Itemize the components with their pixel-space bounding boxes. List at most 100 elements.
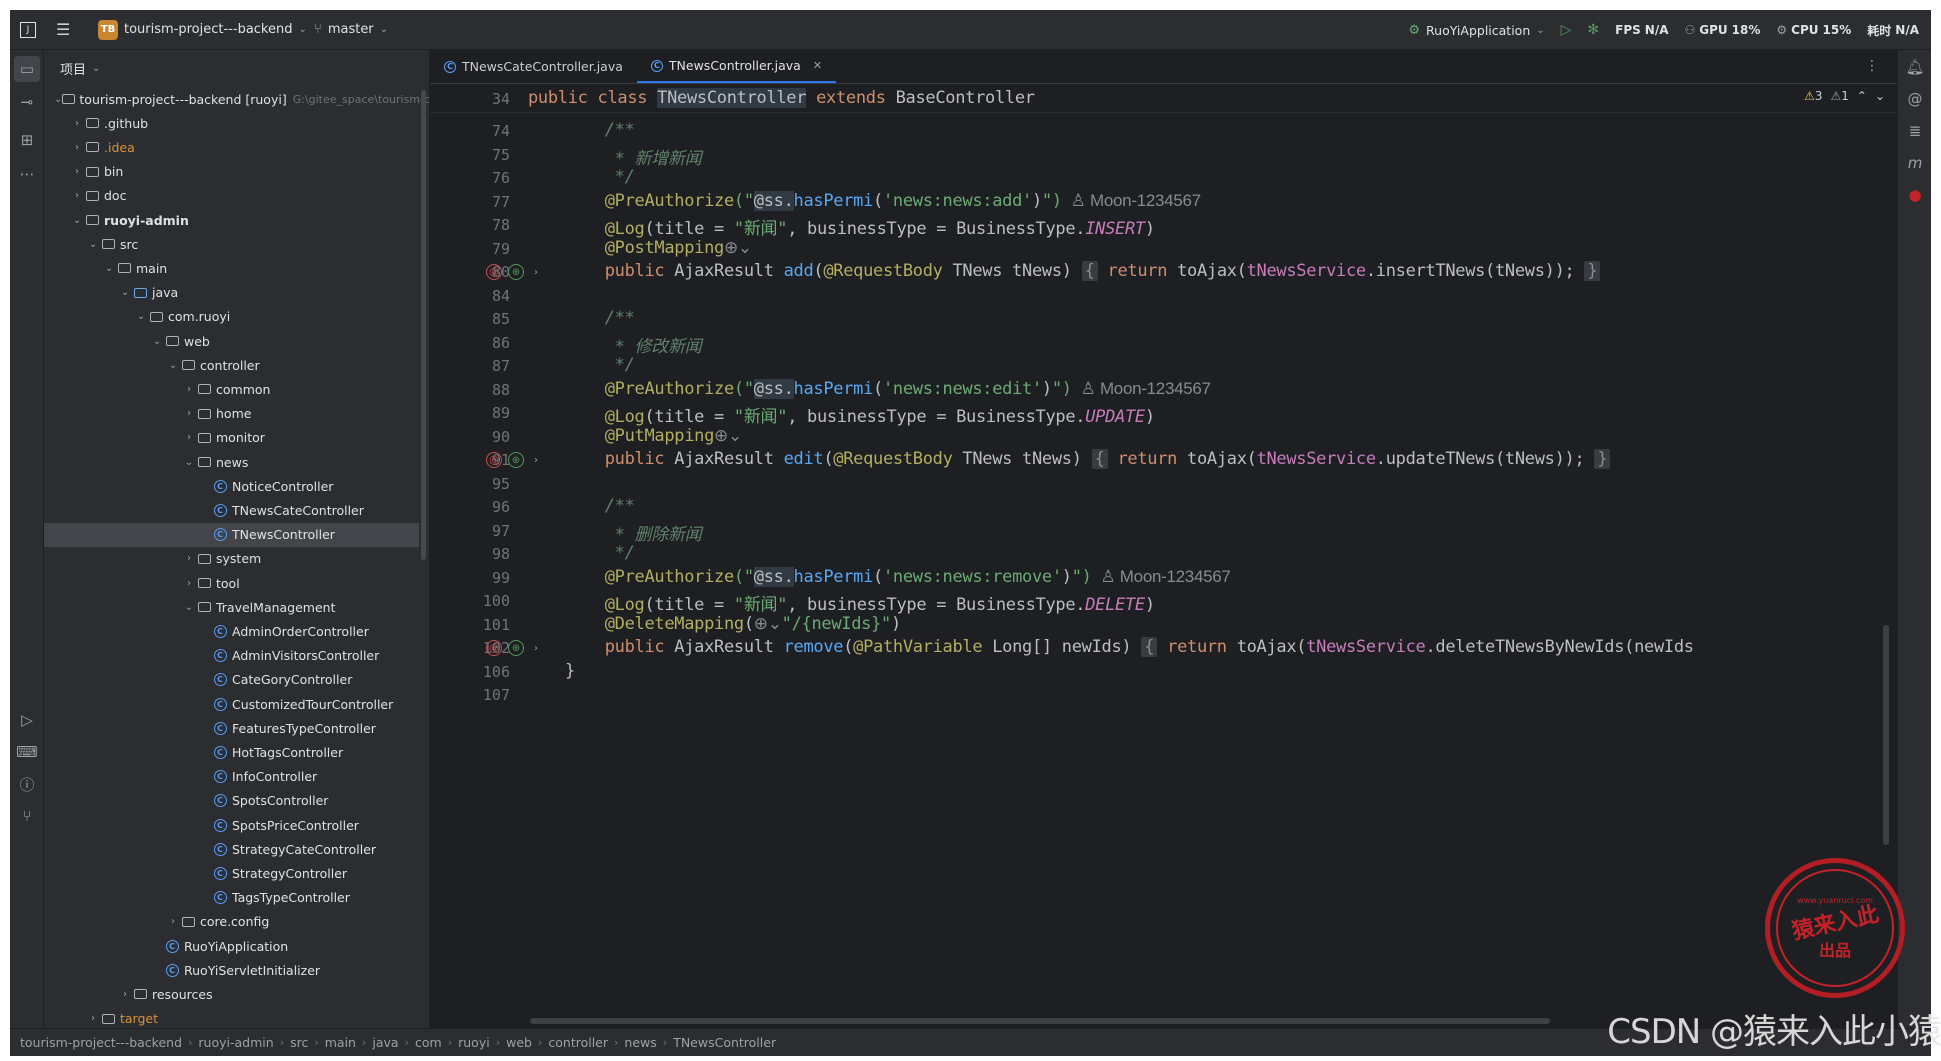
tree-node[interactable]: ⌄ TravelManagement [44, 595, 419, 619]
tree-node[interactable]: › tool [44, 571, 419, 595]
tree-node[interactable]: › .github [44, 111, 419, 135]
tree-node[interactable]: ⌄ news [44, 450, 419, 474]
line-number[interactable]: 90 [430, 428, 510, 446]
tree-node[interactable]: › common [44, 377, 419, 401]
chevron-right-icon[interactable]: › [182, 578, 196, 589]
web-endpoint-icon[interactable]: ⊕ [508, 640, 524, 656]
chevron-down-icon[interactable]: ⌄ [134, 311, 148, 322]
code-line[interactable]: @PreAuthorize("@ss.hasPermi('news:news:a… [565, 190, 1201, 211]
tree-node[interactable]: ⌄ ruoyi-admin [44, 208, 419, 232]
breadcrumb-item[interactable]: news [624, 1035, 656, 1050]
tree-node[interactable]: C RuoYiServletInitializer [44, 958, 419, 982]
chevron-right-icon[interactable]: › [70, 118, 84, 129]
line-number[interactable]: 85 [430, 310, 510, 328]
tree-node[interactable]: C RuoYiApplication [44, 934, 419, 958]
editor-horizontal-scrollbar[interactable] [530, 1018, 1550, 1024]
run-icon[interactable]: ▷ [1561, 22, 1572, 38]
terminal-icon[interactable]: ⌨ [16, 742, 38, 762]
code-line[interactable]: @PreAuthorize("@ss.hasPermi('news:news:r… [565, 566, 1231, 587]
tree-node[interactable]: › doc [44, 184, 419, 208]
structure-icon[interactable]: ⊞ [17, 130, 37, 150]
code-line[interactable]: @Log(title = "新闻", businessType = Busine… [565, 590, 1155, 615]
tab-actions-icon[interactable]: ⋮ [1865, 58, 1879, 74]
line-number[interactable]: 79 [430, 240, 510, 258]
more-tools-icon[interactable]: ⋯ [17, 164, 37, 184]
tree-node[interactable]: C HotTagsController [44, 740, 419, 764]
branch-selector[interactable]: ⑂ master ⌄ [314, 22, 388, 37]
fold-toggle-icon[interactable]: › [528, 640, 544, 656]
chevron-up-icon[interactable]: ⌃ [1857, 89, 1867, 103]
tree-node[interactable]: C FeaturesTypeController [44, 716, 419, 740]
project-selector[interactable]: TB tourism-project---backend ⌄ [98, 19, 307, 40]
line-number[interactable]: 101 [430, 616, 510, 634]
line-number[interactable]: 74 [430, 122, 510, 140]
editor-tab[interactable]: C TNewsCateController.java [430, 50, 637, 83]
line-number[interactable]: 95 [430, 475, 510, 493]
line-number[interactable]: 78 [430, 216, 510, 234]
chevron-down-icon[interactable]: ⌄ [1875, 89, 1885, 103]
chevron-down-icon[interactable]: ⌄ [182, 602, 196, 613]
chevron-right-icon[interactable]: › [182, 408, 196, 419]
code-line[interactable]: @PreAuthorize("@ss.hasPermi('news:news:e… [565, 378, 1211, 399]
chevron-down-icon[interactable]: ⌄ [150, 336, 164, 347]
chevron-right-icon[interactable]: › [70, 190, 84, 201]
plugin-icon[interactable]: ● [1906, 186, 1924, 204]
fold-toggle-icon[interactable]: › [528, 264, 544, 280]
line-number[interactable]: 84 [430, 287, 510, 305]
main-menu-button[interactable]: J [20, 21, 36, 38]
tree-node[interactable]: C AdminVisitorsController [44, 644, 419, 668]
line-number[interactable]: 77 [430, 193, 510, 211]
project-panel-scrollbar[interactable] [421, 90, 426, 560]
line-number[interactable]: 107 [430, 686, 510, 704]
tree-node[interactable]: ⌄ java [44, 281, 419, 305]
editor-vertical-scrollbar[interactable] [1883, 625, 1889, 845]
code-line[interactable]: * 修改新闻 [565, 332, 702, 357]
chevron-right-icon[interactable]: › [182, 384, 196, 395]
line-number[interactable]: 86 [430, 334, 510, 352]
chevron-right-icon[interactable]: › [182, 553, 196, 564]
hamburger-menu-icon[interactable]: ☰ [56, 20, 70, 39]
code-line[interactable]: /** [565, 308, 635, 328]
bean-endpoint-icon[interactable]: @ [486, 452, 502, 468]
tree-node[interactable]: ⌄ web [44, 329, 419, 353]
code-line[interactable]: */ [565, 167, 635, 187]
breadcrumb-item[interactable]: TNewsController [673, 1035, 776, 1050]
breadcrumb-item[interactable]: java [372, 1035, 398, 1050]
code-line[interactable]: * 删除新闻 [565, 520, 702, 545]
chevron-down-icon[interactable]: ⌄ [86, 239, 100, 250]
chevron-right-icon[interactable]: › [182, 432, 196, 443]
chevron-right-icon[interactable]: › [70, 166, 84, 177]
tree-node[interactable]: C CateGoryController [44, 668, 419, 692]
line-number[interactable]: 97 [430, 522, 510, 540]
fold-toggle-icon[interactable]: › [528, 452, 544, 468]
line-number[interactable]: 88 [430, 381, 510, 399]
line-number[interactable]: 75 [430, 146, 510, 164]
web-endpoint-icon[interactable]: ⊕ [508, 264, 524, 280]
git-icon[interactable]: ⑂ [17, 806, 37, 826]
code-line[interactable]: @Log(title = "新闻", businessType = Busine… [565, 402, 1155, 427]
chevron-down-icon[interactable]: ⌄ [54, 94, 62, 105]
line-number[interactable]: 99 [430, 569, 510, 587]
bean-endpoint-icon[interactable]: @ [486, 640, 502, 656]
code-line[interactable]: @Log(title = "新闻", businessType = Busine… [565, 214, 1155, 239]
chevron-down-icon[interactable]: ⌄ [118, 287, 132, 298]
chevron-down-icon[interactable]: ⌄ [166, 360, 180, 371]
project-panel-header[interactable]: 项目 ⌄ [44, 50, 429, 86]
run-config-selector[interactable]: ⚙ RuoYiApplication ⌄ [1408, 23, 1544, 38]
code-line[interactable]: } [565, 661, 575, 681]
tree-node[interactable]: C TNewsCateController [44, 498, 419, 522]
tree-node[interactable]: ⌄ controller [44, 353, 419, 377]
editor-tab[interactable]: C TNewsController.java ✕ [636, 50, 837, 83]
breadcrumb-item[interactable]: com [415, 1035, 442, 1050]
ai-assistant-icon[interactable]: @ [1906, 90, 1924, 108]
line-number[interactable]: 98 [430, 545, 510, 563]
tree-node[interactable]: ⌄ main [44, 256, 419, 280]
tree-node[interactable]: C CustomizedTourController [44, 692, 419, 716]
code-line[interactable]: /** [565, 120, 635, 140]
tree-node[interactable]: C StrategyController [44, 861, 419, 885]
code-line[interactable]: @PutMapping⊕⌄ [565, 426, 742, 446]
code-line[interactable]: public AjaxResult edit(@RequestBody TNew… [565, 449, 1611, 469]
line-number[interactable]: 89 [430, 404, 510, 422]
project-folder-icon[interactable]: ▭ [14, 56, 40, 82]
chevron-right-icon[interactable]: › [70, 142, 84, 153]
